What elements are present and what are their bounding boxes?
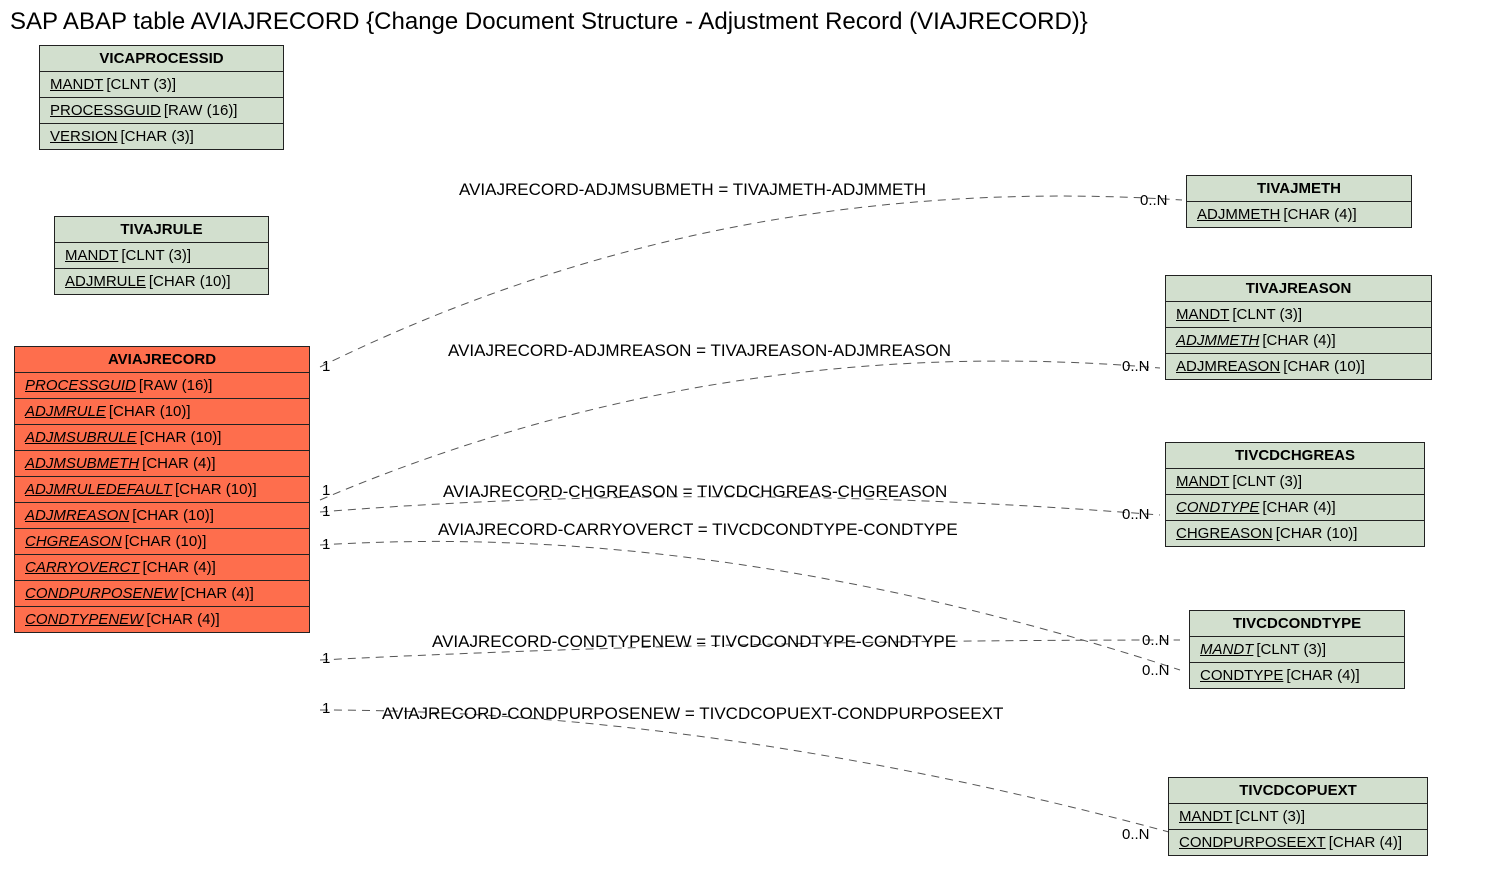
- cardinality: 1: [322, 650, 330, 667]
- field-row: ADJMMETH[CHAR (4)]: [1187, 202, 1411, 227]
- entity-aviajrecord: AVIAJRECORD PROCESSGUID[RAW (16)] ADJMRU…: [14, 346, 310, 633]
- relation-label: AVIAJRECORD-CARRYOVERCT = TIVCDCONDTYPE-…: [438, 520, 958, 540]
- field-row: PROCESSGUID[RAW (16)]: [40, 98, 283, 124]
- relation-label: AVIAJRECORD-CONDTYPENEW = TIVCDCONDTYPE-…: [432, 632, 956, 652]
- relation-label: AVIAJRECORD-ADJMSUBMETH = TIVAJMETH-ADJM…: [459, 180, 926, 200]
- cardinality: 1: [322, 482, 330, 499]
- entity-tivcdchgreas: TIVCDCHGREAS MANDT[CLNT (3)] CONDTYPE[CH…: [1165, 442, 1425, 547]
- entity-tivcdcopuext: TIVCDCOPUEXT MANDT[CLNT (3)] CONDPURPOSE…: [1168, 777, 1428, 856]
- entity-header: TIVAJRULE: [55, 217, 268, 243]
- field-row: CHGREASON[CHAR (10)]: [15, 529, 309, 555]
- field-row: CONDPURPOSENEW[CHAR (4)]: [15, 581, 309, 607]
- entity-tivajmeth: TIVAJMETH ADJMMETH[CHAR (4)]: [1186, 175, 1412, 228]
- cardinality: 1: [322, 536, 330, 553]
- cardinality: 0..N: [1122, 826, 1150, 843]
- field-row: MANDT[CLNT (3)]: [40, 72, 283, 98]
- cardinality: 1: [322, 358, 330, 375]
- cardinality: 0..N: [1140, 192, 1168, 209]
- entity-header: VICAPROCESSID: [40, 46, 283, 72]
- field-row: ADJMREASON[CHAR (10)]: [15, 503, 309, 529]
- field-row: CONDPURPOSEEXT[CHAR (4)]: [1169, 830, 1427, 855]
- field-row: ADJMSUBRULE[CHAR (10)]: [15, 425, 309, 451]
- field-row: CONDTYPENEW[CHAR (4)]: [15, 607, 309, 632]
- relation-label: AVIAJRECORD-ADJMREASON = TIVAJREASON-ADJ…: [448, 341, 951, 361]
- field-row: CHGREASON[CHAR (10)]: [1166, 521, 1424, 546]
- field-row: ADJMRULE[CHAR (10)]: [55, 269, 268, 294]
- entity-header: AVIAJRECORD: [15, 347, 309, 373]
- cardinality: 1: [322, 503, 330, 520]
- entity-header: TIVCDCHGREAS: [1166, 443, 1424, 469]
- entity-header: TIVCDCOPUEXT: [1169, 778, 1427, 804]
- entity-tivcdcondtype: TIVCDCONDTYPE MANDT[CLNT (3)] CONDTYPE[C…: [1189, 610, 1405, 689]
- cardinality: 1: [322, 700, 330, 717]
- relation-label: AVIAJRECORD-CONDPURPOSENEW = TIVCDCOPUEX…: [382, 704, 1003, 724]
- field-row: CONDTYPE[CHAR (4)]: [1166, 495, 1424, 521]
- field-row: ADJMSUBMETH[CHAR (4)]: [15, 451, 309, 477]
- field-row: CARRYOVERCT[CHAR (4)]: [15, 555, 309, 581]
- cardinality: 0..N: [1122, 506, 1150, 523]
- entity-tivajreason: TIVAJREASON MANDT[CLNT (3)] ADJMMETH[CHA…: [1165, 275, 1432, 380]
- entity-header: TIVAJREASON: [1166, 276, 1431, 302]
- entity-header: TIVCDCONDTYPE: [1190, 611, 1404, 637]
- field-row: VERSION[CHAR (3)]: [40, 124, 283, 149]
- diagram-title: SAP ABAP table AVIAJRECORD {Change Docum…: [10, 8, 1088, 36]
- field-row: MANDT[CLNT (3)]: [1166, 469, 1424, 495]
- field-row: ADJMREASON[CHAR (10)]: [1166, 354, 1431, 379]
- field-row: PROCESSGUID[RAW (16)]: [15, 373, 309, 399]
- cardinality: 0..N: [1122, 358, 1150, 375]
- cardinality: 0..N: [1142, 632, 1170, 649]
- field-row: MANDT[CLNT (3)]: [1169, 804, 1427, 830]
- field-row: MANDT[CLNT (3)]: [1166, 302, 1431, 328]
- relation-label: AVIAJRECORD-CHGREASON = TIVCDCHGREAS-CHG…: [443, 482, 947, 502]
- entity-tivajrule: TIVAJRULE MANDT[CLNT (3)] ADJMRULE[CHAR …: [54, 216, 269, 295]
- field-row: ADJMRULE[CHAR (10)]: [15, 399, 309, 425]
- field-row: ADJMRULEDEFAULT[CHAR (10)]: [15, 477, 309, 503]
- cardinality: 0..N: [1142, 662, 1170, 679]
- field-row: ADJMMETH[CHAR (4)]: [1166, 328, 1431, 354]
- field-row: MANDT[CLNT (3)]: [55, 243, 268, 269]
- field-row: CONDTYPE[CHAR (4)]: [1190, 663, 1404, 688]
- entity-vicaprocessid: VICAPROCESSID MANDT[CLNT (3)] PROCESSGUI…: [39, 45, 284, 150]
- field-row: MANDT[CLNT (3)]: [1190, 637, 1404, 663]
- entity-header: TIVAJMETH: [1187, 176, 1411, 202]
